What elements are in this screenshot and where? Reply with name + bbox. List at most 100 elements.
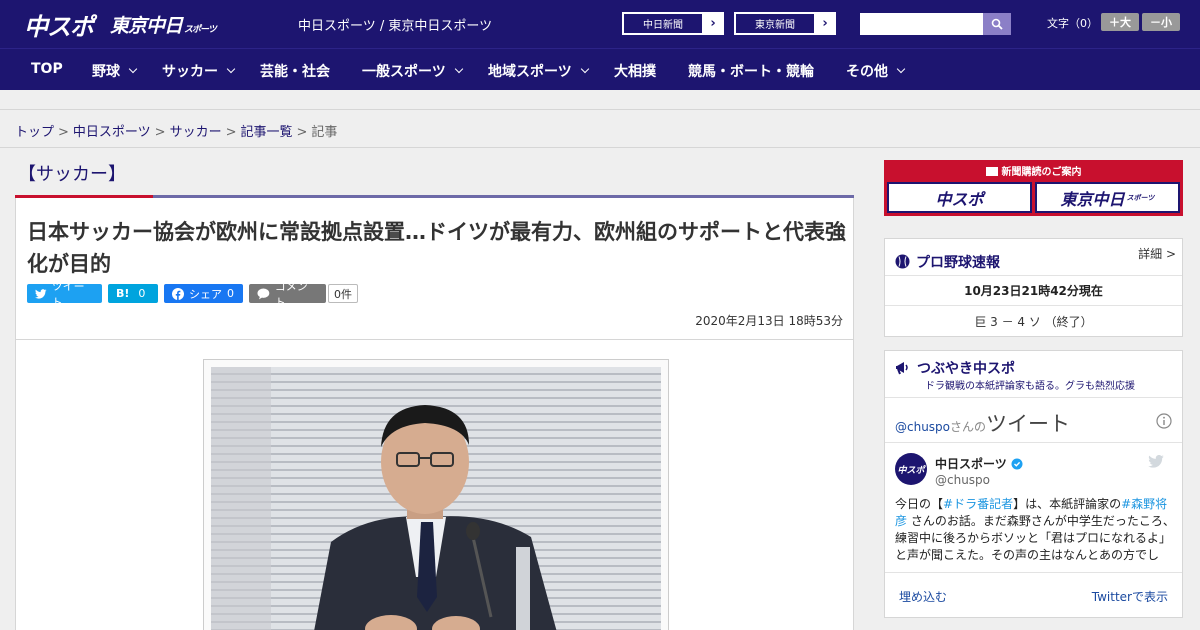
breadcrumb-article-list[interactable]: 記事一覧 — [241, 125, 293, 140]
chevron-down-icon — [580, 64, 589, 74]
chunichi-shimbun-label: 中日新聞 — [623, 13, 703, 34]
tweets-header: @chuspoさんのツイート — [885, 397, 1182, 443]
nav-keiba[interactable]: 競馬・ボート・競輪 — [688, 61, 814, 81]
article-body — [15, 340, 854, 630]
breadcrumb-separator: > — [58, 125, 69, 140]
tsubuyaki-title-text: つぶやき中スポ — [917, 361, 1015, 377]
account-name[interactable]: 中日スポーツ — [935, 455, 1007, 472]
tweet-text-part: 今日の【 — [895, 497, 944, 511]
nav-sumo[interactable]: 大相撲 — [614, 61, 656, 81]
baseball-detail-link[interactable]: 詳細 > — [1138, 245, 1176, 262]
chunichi-shimbun-button[interactable]: 中日新聞 › — [622, 12, 724, 35]
subscription-logos: 中スポ 東京中日 スポーツ — [887, 182, 1180, 213]
megaphone-icon — [896, 362, 908, 375]
tsubuyaki-subtitle: ドラ観戦の本紙評論家も語る。グラも熱烈応援 — [925, 381, 1135, 392]
nav-regional-sports[interactable]: 地域スポーツ — [488, 61, 589, 81]
info-icon[interactable] — [1156, 413, 1172, 429]
account-handle[interactable]: @chuspo — [935, 473, 990, 487]
comment-count: 0件 — [328, 284, 358, 303]
breadcrumb: トップ > 中日スポーツ > サッカー > 記事一覧 > 記事 — [15, 121, 337, 140]
breadcrumb-soccer[interactable]: サッカー — [170, 125, 222, 140]
font-larger-button[interactable]: ＋大 — [1101, 13, 1139, 31]
nav-general-sports[interactable]: 一般スポーツ — [362, 61, 463, 81]
font-smaller-button[interactable]: －小 — [1142, 13, 1180, 31]
nav-label: TOP — [31, 61, 63, 77]
hashtag-link[interactable]: #ドラ番記者 — [943, 497, 1013, 511]
verified-badge-icon — [1011, 458, 1023, 469]
nav-label: 大相撲 — [614, 64, 656, 80]
embed-link[interactable]: 埋め込む — [899, 588, 947, 605]
tweets-by-label: @chuspoさんのツイート — [895, 408, 1070, 438]
search-icon — [991, 18, 1003, 30]
nav-label: 地域スポーツ — [488, 64, 572, 80]
breadcrumb-chunichi-sports[interactable]: 中日スポーツ — [73, 125, 151, 140]
article-category[interactable]: 【サッカー】 — [18, 160, 126, 186]
twitter-bird-icon — [35, 288, 47, 299]
tokyo-chunichi-subscribe-logo[interactable]: 東京中日 スポーツ — [1035, 182, 1180, 213]
article-headline: 日本サッカー協会が欧州に常設拠点設置…ドイツが最有力、欧州組のサポートと代表強化… — [27, 220, 846, 276]
facebook-share-count: 0 — [227, 287, 234, 300]
nav-soccer[interactable]: サッカー — [162, 61, 236, 81]
nav-top[interactable]: TOP — [31, 61, 63, 77]
hatena-bookmark-button[interactable]: B! 0 — [108, 284, 158, 303]
chevron-right-icon: › — [710, 16, 716, 31]
chevron-down-icon — [128, 64, 138, 74]
baseball-score[interactable]: 巨 3 － 4 ソ （終了） — [885, 305, 1182, 337]
tokyo-chunichi-logo[interactable]: 東京中日 スポーツ — [110, 11, 217, 38]
speech-bubble-icon — [257, 288, 270, 299]
chuspo-logo[interactable]: 中スポ — [24, 7, 94, 42]
baseball-update-time: 10月23日21時42分現在 — [885, 275, 1182, 305]
subscription-banner[interactable]: 新聞購読のご案内 中スポ 東京中日 スポーツ — [884, 160, 1183, 216]
newspaper-icon — [985, 167, 998, 176]
chevron-down-icon — [454, 64, 463, 74]
tokyo-shimbun-label: 東京新聞 — [735, 13, 815, 34]
twitter-bird-icon[interactable] — [1148, 455, 1164, 468]
chuspo-avatar[interactable]: 中スポ — [895, 453, 927, 485]
facebook-share-button[interactable]: シェア 0 — [164, 284, 243, 303]
tweet-text-part: 】は、本紙評論家の — [1013, 497, 1122, 511]
pro-baseball-title-text: プロ野球速報 — [916, 254, 1000, 271]
breadcrumb-separator: > — [154, 125, 166, 140]
nav-label: その他 — [846, 64, 888, 80]
comment-button[interactable]: コメント — [249, 280, 326, 309]
facebook-share-label: シェア — [189, 287, 222, 301]
nav-yakyu[interactable]: 野球 — [92, 61, 138, 81]
main-nav: TOP 野球 サッカー 芸能・社会 一般スポーツ 地域スポーツ 大相撲 競馬・ボ… — [0, 48, 1200, 90]
site-names: 中日スポーツ / 東京中日スポーツ — [298, 19, 493, 34]
breadcrumb-top[interactable]: トップ — [15, 125, 54, 140]
facebook-icon — [172, 287, 184, 300]
baseball-icon — [895, 254, 910, 269]
article-photo[interactable] — [211, 367, 661, 630]
tokyo-logo-text: 東京中日 — [110, 15, 183, 37]
tokyo-shimbun-button[interactable]: 東京新聞 › — [734, 12, 836, 35]
nav-label: 競馬・ボート・競輪 — [688, 64, 814, 80]
tweet-button[interactable]: ツイート — [27, 280, 102, 309]
tweet-text: 今日の【#ドラ番記者】は、本紙評論家の#森野将彦 さんのお話。まだ森野さんが中学… — [895, 496, 1175, 566]
font-size-label: 文字（0） — [1047, 17, 1098, 30]
header-spacer — [0, 90, 1200, 110]
breadcrumb-separator: > — [225, 125, 237, 140]
hatena-icon: B! — [116, 287, 130, 300]
article-header: 日本サッカー協会が欧州に常設拠点設置…ドイツが最有力、欧州組のサポートと代表強化… — [15, 198, 854, 340]
tweets-by-handle[interactable]: @chuspo — [895, 420, 950, 434]
search-button[interactable] — [983, 13, 1011, 35]
top-header: 中スポ 東京中日 スポーツ 中日スポーツ / 東京中日スポーツ 中日新聞 › 東京… — [0, 0, 1200, 48]
view-on-twitter-link[interactable]: Twitterで表示 — [1092, 588, 1168, 605]
nav-label: 一般スポーツ — [362, 64, 446, 80]
tweets-by-title: ツイート — [986, 412, 1071, 436]
subscription-title: 新聞購読のご案内 — [884, 163, 1183, 178]
tokyo-subscribe-sub: スポーツ — [1126, 193, 1155, 202]
tokyo-subscribe-text: 東京中日 — [1060, 189, 1125, 209]
chevron-down-icon — [226, 64, 236, 74]
search-input[interactable] — [860, 13, 983, 35]
nav-geino[interactable]: 芸能・社会 — [260, 61, 330, 81]
subscription-title-text: 新聞購読のご案内 — [1001, 167, 1082, 178]
tsubuyaki-widget: つぶやき中スポ ドラ観戦の本紙評論家も語る。グラも熱烈応援 @chuspoさんの… — [884, 350, 1183, 618]
breadcrumb-current: 記事 — [311, 125, 338, 140]
chevron-right-icon: › — [822, 16, 828, 31]
comment-label: コメント — [274, 279, 308, 309]
article-photo-frame — [203, 359, 669, 630]
tweets-by-suffix: さんの — [950, 420, 987, 434]
nav-other[interactable]: その他 — [846, 61, 906, 81]
chuspo-subscribe-logo[interactable]: 中スポ — [887, 182, 1032, 213]
